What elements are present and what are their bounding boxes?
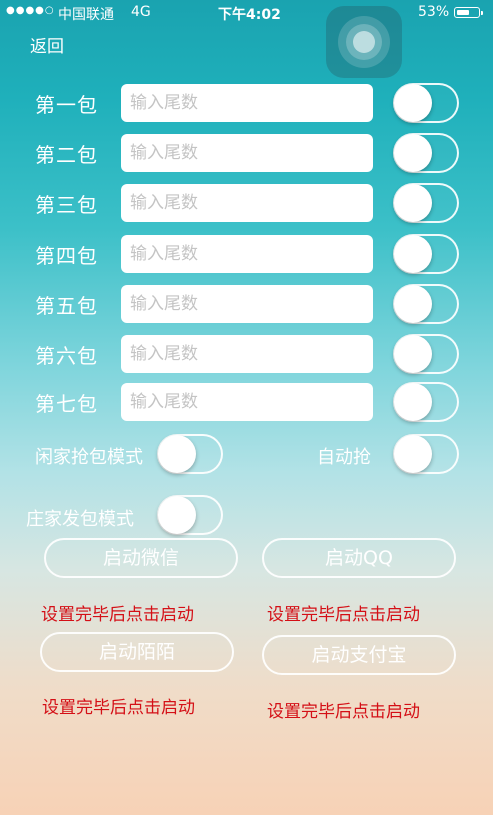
idle-grab-mode-label: 闲家抢包模式 (35, 447, 143, 468)
toggle-knob (394, 235, 432, 273)
package-4-toggle[interactable] (393, 234, 459, 274)
back-button[interactable]: 返回 (30, 32, 64, 57)
package-row-2: 第二包 (0, 133, 493, 173)
carrier-name: 中国联通 (58, 7, 114, 23)
package-row-3: 第三包 (0, 183, 493, 223)
toggle-knob (158, 435, 196, 473)
toggle-knob (394, 335, 432, 373)
package-2-toggle[interactable] (393, 133, 459, 173)
package-row-6: 第六包 (0, 334, 493, 374)
package-5-tail-input[interactable] (121, 285, 373, 323)
package-row-7: 第七包 (0, 382, 493, 422)
toggle-knob (394, 285, 432, 323)
auto-grab-toggle[interactable] (393, 434, 459, 474)
launch-qq-button[interactable]: 启动QQ (262, 538, 456, 578)
auto-grab-label: 自动抢 (317, 447, 371, 468)
network-type: 4G (131, 4, 151, 20)
momo-launch-hint: 设置完毕后点击启动 (42, 698, 195, 718)
launch-momo-button[interactable]: 启动陌陌 (40, 632, 234, 672)
status-time: 下午4:02 (218, 7, 281, 23)
toggle-knob (158, 496, 196, 534)
package-row-4: 第四包 (0, 234, 493, 274)
package-3-tail-input[interactable] (121, 184, 373, 222)
package-row-1: 第一包 (0, 83, 493, 123)
signal-strength-icon: ●●●●○ (6, 5, 55, 16)
app-screen: ●●●●○ 中国联通 4G 下午4:02 53% 返回 第一包 第二包 第三包 … (0, 0, 493, 815)
package-label: 第七包 (35, 392, 98, 416)
package-label: 第三包 (35, 193, 98, 217)
toggle-knob (394, 134, 432, 172)
idle-grab-mode-toggle[interactable] (157, 434, 223, 474)
banker-send-mode-label: 庄家发包模式 (26, 509, 134, 530)
battery-nub (481, 10, 483, 15)
package-label: 第六包 (35, 344, 98, 368)
battery-percent: 53% (418, 4, 450, 20)
package-3-toggle[interactable] (393, 183, 459, 223)
package-1-toggle[interactable] (393, 83, 459, 123)
package-5-toggle[interactable] (393, 284, 459, 324)
package-7-tail-input[interactable] (121, 383, 373, 421)
battery-level-fill (456, 9, 469, 15)
package-4-tail-input[interactable] (121, 235, 373, 273)
package-label: 第二包 (35, 143, 98, 167)
toggle-knob (394, 383, 432, 421)
package-6-toggle[interactable] (393, 334, 459, 374)
package-label: 第五包 (35, 294, 98, 318)
package-label: 第一包 (35, 93, 98, 117)
toggle-knob (394, 184, 432, 222)
assistive-touch-icon[interactable] (326, 6, 402, 78)
toggle-knob (394, 435, 432, 473)
launch-wechat-button[interactable]: 启动微信 (44, 538, 238, 578)
toggle-knob (394, 84, 432, 122)
status-bar: ●●●●○ 中国联通 4G 下午4:02 53% (0, 0, 493, 26)
package-1-tail-input[interactable] (121, 84, 373, 122)
qq-launch-hint: 设置完毕后点击启动 (267, 605, 420, 625)
package-6-tail-input[interactable] (121, 335, 373, 373)
battery-icon (454, 7, 483, 18)
banker-send-mode-toggle[interactable] (157, 495, 223, 535)
package-label: 第四包 (35, 244, 98, 268)
package-row-5: 第五包 (0, 284, 493, 324)
wechat-launch-hint: 设置完毕后点击启动 (41, 605, 194, 625)
alipay-launch-hint: 设置完毕后点击启动 (267, 702, 420, 722)
package-2-tail-input[interactable] (121, 134, 373, 172)
assistive-touch-center-dot (353, 31, 375, 53)
package-7-toggle[interactable] (393, 382, 459, 422)
launch-alipay-button[interactable]: 启动支付宝 (262, 635, 456, 675)
